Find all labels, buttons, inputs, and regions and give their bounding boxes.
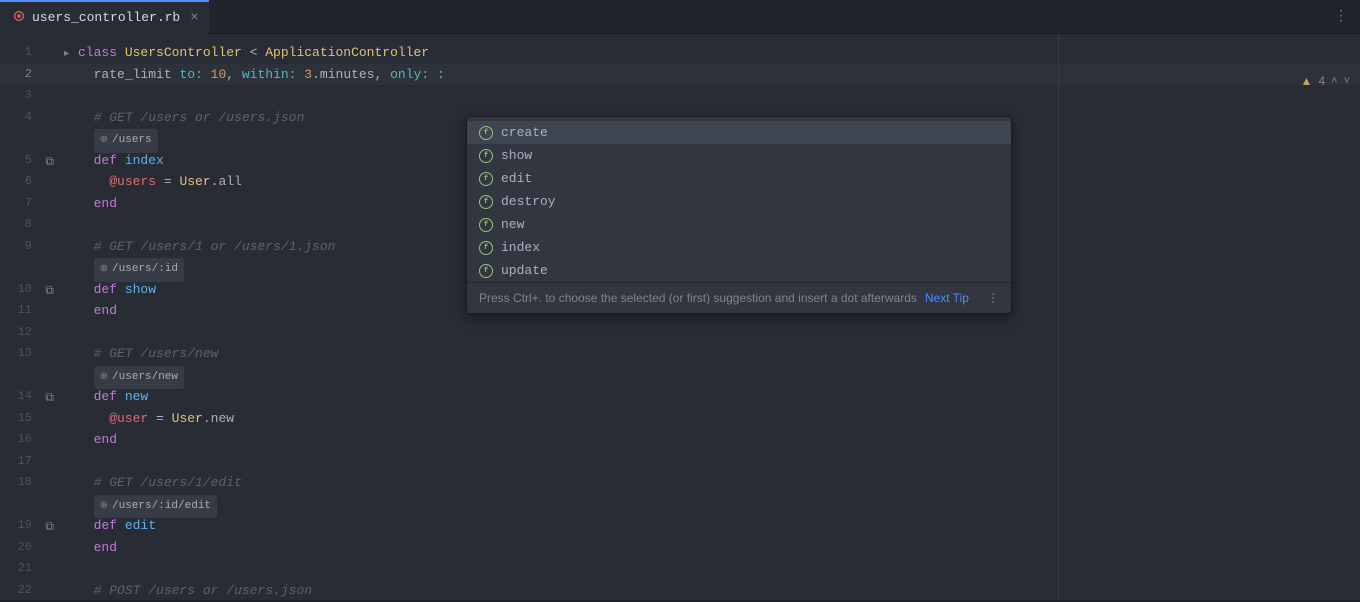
method-icon: f xyxy=(479,195,493,209)
close-icon[interactable]: × xyxy=(190,10,198,26)
warning-count: 4 xyxy=(1318,74,1325,88)
gutter-line: 11 xyxy=(0,300,60,322)
code-line[interactable]: def edit xyxy=(60,515,1360,537)
next-tip-link[interactable]: Next Tip xyxy=(925,291,969,305)
folder-icon[interactable]: ▸ xyxy=(64,44,78,66)
code-line[interactable]: ⊕/users/new xyxy=(60,365,1360,387)
code-line[interactable]: rate_limit to: 10, within: 3.minutes, on… xyxy=(60,64,1360,86)
route-badge[interactable]: ⊕/users xyxy=(94,129,158,153)
tab-bar: users_controller.rb × ⋮ xyxy=(0,0,1360,34)
chevron-up-icon[interactable]: ˄ xyxy=(1331,75,1337,87)
gutter: 12345⧉678910⧉11121314⧉1516171819⧉202122 xyxy=(0,34,60,600)
gutter-line: 12 xyxy=(0,322,60,344)
code-line[interactable]: @user = User.new xyxy=(60,408,1360,430)
gutter-line: 9 xyxy=(0,236,60,258)
autocomplete-item[interactable]: fcreate xyxy=(467,121,1011,144)
code-line[interactable]: ▸class UsersController < ApplicationCont… xyxy=(60,42,1360,64)
gutter-line: 14⧉ xyxy=(0,386,60,408)
globe-icon: ⊕ xyxy=(100,496,108,518)
code-line[interactable] xyxy=(60,451,1360,473)
autocomplete-label: index xyxy=(501,240,540,255)
autocomplete-menu-icon[interactable]: ⋮ xyxy=(987,291,999,305)
code-line[interactable]: # GET /users/new xyxy=(60,343,1360,365)
usage-icon[interactable]: ⧉ xyxy=(45,388,54,410)
gutter-line: 6 xyxy=(0,171,60,193)
gutter-line: 4 xyxy=(0,107,60,129)
autocomplete-label: edit xyxy=(501,171,532,186)
usage-icon[interactable]: ⧉ xyxy=(45,517,54,539)
gutter-line: 15 xyxy=(0,408,60,430)
globe-icon: ⊕ xyxy=(100,367,108,389)
autocomplete-popup: fcreatefshowfeditfdestroyfnewfindexfupda… xyxy=(466,116,1012,314)
usage-icon[interactable]: ⧉ xyxy=(45,152,54,174)
autocomplete-footer: Press Ctrl+. to choose the selected (or … xyxy=(467,282,1011,313)
autocomplete-label: destroy xyxy=(501,194,556,209)
gutter-line xyxy=(0,365,60,387)
warning-icon: ▲ xyxy=(1301,74,1313,88)
autocomplete-label: create xyxy=(501,125,548,140)
gutter-line: 19⧉ xyxy=(0,515,60,537)
gutter-line: 20 xyxy=(0,537,60,559)
method-icon: f xyxy=(479,218,493,232)
ruby-file-icon xyxy=(12,9,26,27)
gutter-line: 22 xyxy=(0,580,60,602)
gutter-line xyxy=(0,257,60,279)
autocomplete-item[interactable]: fshow xyxy=(467,144,1011,167)
tab-filename: users_controller.rb xyxy=(32,10,180,25)
autocomplete-item[interactable]: fupdate xyxy=(467,259,1011,282)
globe-icon: ⊕ xyxy=(100,259,108,281)
method-icon: f xyxy=(479,264,493,278)
code-line[interactable]: # POST /users or /users.json xyxy=(60,580,1360,602)
gutter-line xyxy=(0,128,60,150)
gutter-line: 3 xyxy=(0,85,60,107)
autocomplete-label: show xyxy=(501,148,532,163)
gutter-line: 5⧉ xyxy=(0,150,60,172)
method-icon: f xyxy=(479,126,493,140)
method-icon: f xyxy=(479,241,493,255)
right-margin-line xyxy=(1058,34,1059,600)
gutter-line: 16 xyxy=(0,429,60,451)
autocomplete-item[interactable]: f destroy xyxy=(467,190,1011,213)
gutter-line: 13 xyxy=(0,343,60,365)
tab-bar-menu-icon[interactable]: ⋮ xyxy=(1322,8,1360,25)
gutter-line: 7 xyxy=(0,193,60,215)
method-icon: f xyxy=(479,172,493,186)
autocomplete-item[interactable]: fnew xyxy=(467,213,1011,236)
code-line[interactable]: end xyxy=(60,537,1360,559)
gutter-line xyxy=(0,494,60,516)
gutter-line: 1 xyxy=(0,42,60,64)
gutter-line: 21 xyxy=(0,558,60,580)
code-line[interactable]: # GET /users/1/edit xyxy=(60,472,1360,494)
gutter-line: 18 xyxy=(0,472,60,494)
code-line[interactable] xyxy=(60,85,1360,107)
editor-area: 12345⧉678910⧉11121314⧉1516171819⧉202122 … xyxy=(0,34,1360,600)
code-line[interactable]: ⊕/users/:id/edit xyxy=(60,494,1360,516)
usage-icon[interactable]: ⧉ xyxy=(45,281,54,303)
editor-tab[interactable]: users_controller.rb × xyxy=(0,0,209,34)
autocomplete-item[interactable]: fedit xyxy=(467,167,1011,190)
code-line[interactable]: end xyxy=(60,429,1360,451)
code-line[interactable] xyxy=(60,558,1360,580)
gutter-line: 17 xyxy=(0,451,60,473)
globe-icon: ⊕ xyxy=(100,130,108,152)
gutter-line: 8 xyxy=(0,214,60,236)
autocomplete-hint: Press Ctrl+. to choose the selected (or … xyxy=(479,291,917,305)
code-area[interactable]: ▸class UsersController < ApplicationCont… xyxy=(60,34,1360,600)
autocomplete-label: new xyxy=(501,217,524,232)
method-icon: f xyxy=(479,149,493,163)
autocomplete-label: update xyxy=(501,263,548,278)
gutter-line: 2 xyxy=(0,64,60,86)
chevron-down-icon[interactable]: ˅ xyxy=(1344,75,1350,87)
gutter-line: 10⧉ xyxy=(0,279,60,301)
route-badge[interactable]: ⊕/users/:id xyxy=(94,258,184,282)
code-line[interactable] xyxy=(60,322,1360,344)
autocomplete-item[interactable]: findex xyxy=(467,236,1011,259)
code-line[interactable]: def new xyxy=(60,386,1360,408)
inspection-indicator: ▲ 4 ˄ ˅ xyxy=(1301,74,1350,88)
